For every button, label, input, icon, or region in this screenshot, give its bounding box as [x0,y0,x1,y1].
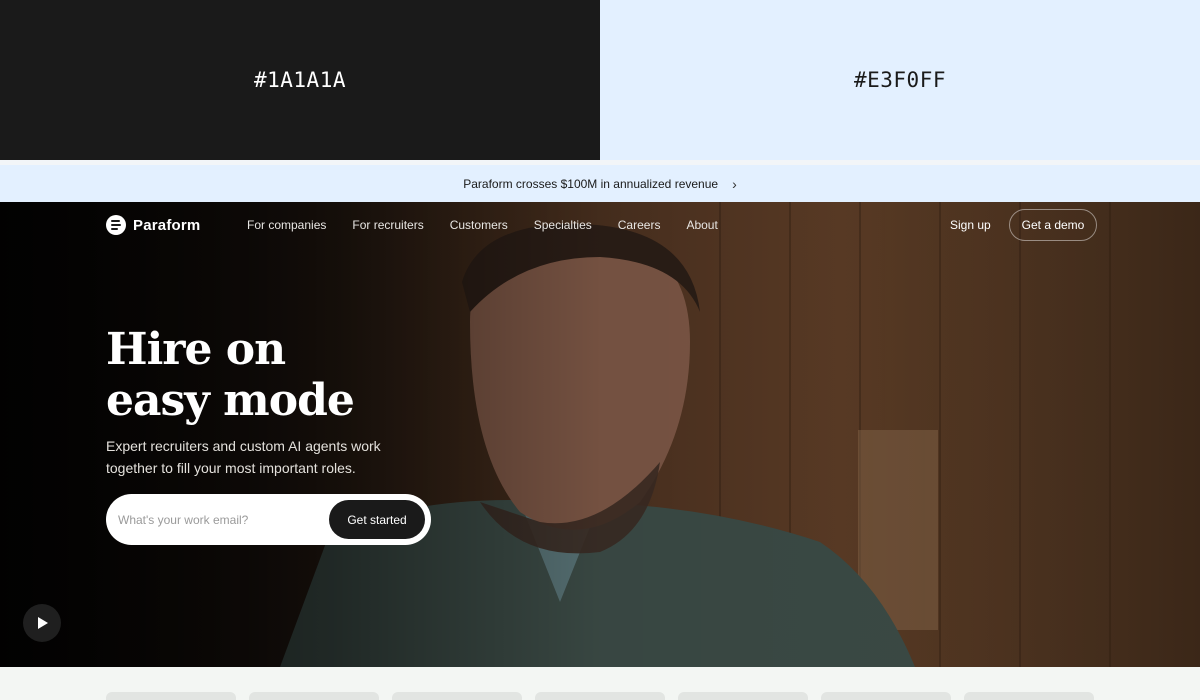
swatch-dark-label: #1A1A1A [253,68,346,92]
nav-customers[interactable]: Customers [450,218,508,232]
next-section [0,667,1200,700]
play-icon [38,617,48,629]
tab-placeholder [964,692,1094,700]
paraform-logo-icon [106,215,126,235]
sign-up-link[interactable]: Sign up [950,218,991,232]
work-email-input[interactable] [118,508,318,532]
email-signup-form: Get started [106,494,431,545]
nav-specialties[interactable]: Specialties [534,218,592,232]
hero-section: Paraform For companies For recruiters Cu… [0,202,1200,667]
tab-placeholder [678,692,808,700]
swatch-dark: #1A1A1A [0,0,600,160]
main-nav: For companies For recruiters Customers S… [247,218,718,232]
announcement-bar[interactable]: Paraform crosses $100M in annualized rev… [0,165,1200,202]
headline-line-1: Hire on [106,324,286,375]
brand-logo[interactable]: Paraform [106,215,200,235]
swatch-light: #E3F0FF [600,0,1200,160]
nav-for-companies[interactable]: For companies [247,218,326,232]
brand-name: Paraform [133,216,201,234]
tab-placeholder [535,692,665,700]
get-a-demo-button[interactable]: Get a demo [1009,209,1097,241]
tab-placeholder [249,692,379,700]
section-tabs [106,692,1094,700]
nav-about[interactable]: About [686,218,717,232]
get-started-button[interactable]: Get started [329,500,425,539]
play-video-button[interactable] [23,604,61,642]
swatch-light-label: #E3F0FF [853,68,946,92]
chevron-right-icon: › [732,175,737,192]
tab-placeholder [392,692,522,700]
headline-line-2: easy mode [106,375,355,426]
nav-for-recruiters[interactable]: For recruiters [352,218,423,232]
tab-placeholder [106,692,236,700]
tab-placeholder [821,692,951,700]
color-swatches: #1A1A1A #E3F0FF [0,0,1200,160]
hero-headline: Hire on easy mode [106,324,355,426]
announcement-text: Paraform crosses $100M in annualized rev… [463,176,719,191]
hero-subtitle: Expert recruiters and custom AI agents w… [106,438,381,476]
nav-careers[interactable]: Careers [618,218,661,232]
